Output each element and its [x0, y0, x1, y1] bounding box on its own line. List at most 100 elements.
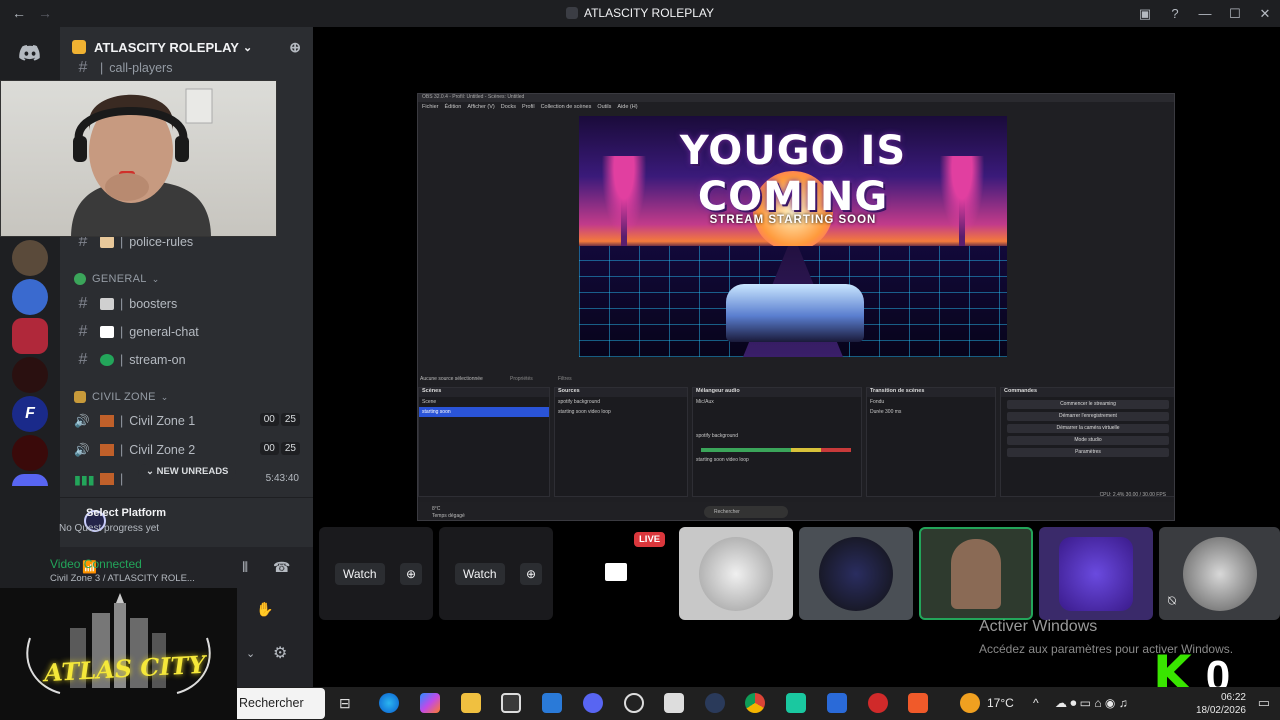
- app-icon-11[interactable]: [786, 693, 806, 713]
- invite-people-icon[interactable]: ⊕: [289, 39, 301, 56]
- user-tile-2[interactable]: [799, 527, 913, 620]
- source-item[interactable]: starting soon video loop: [555, 407, 687, 417]
- channel-label: call-players: [109, 61, 173, 75]
- server-icon-2[interactable]: [12, 279, 48, 315]
- user-tile-1[interactable]: [679, 527, 793, 620]
- channel-general-chat[interactable]: # | general-chat: [74, 321, 199, 343]
- server-icon-7[interactable]: [12, 474, 48, 486]
- scene-item[interactable]: starting soon: [419, 407, 549, 417]
- obs-menu: Fichier Édition Afficher (V) Docks Profi…: [422, 104, 638, 110]
- obs-docks: Scènes Scene starting soon Sources spoti…: [418, 387, 1174, 502]
- new-unreads-pill[interactable]: ⌄ NEW UNREADS: [138, 464, 237, 480]
- soundboard-icon[interactable]: ✋: [256, 601, 273, 618]
- discord-taskbar-icon[interactable]: [583, 693, 603, 713]
- server-icon-f[interactable]: F: [12, 396, 48, 432]
- start-virtual-camera-button[interactable]: Démarrer la caméra virtuelle: [1007, 424, 1169, 433]
- obs-filters[interactable]: Filtres: [558, 376, 572, 382]
- watch-button[interactable]: Watch: [335, 563, 385, 585]
- discord-home-icon[interactable]: [12, 35, 48, 71]
- channel-label: stream-on: [129, 353, 186, 367]
- help-icon[interactable]: ?: [1160, 6, 1190, 21]
- source-item[interactable]: spotify background: [555, 397, 687, 407]
- obs-no-source: Aucune source sélectionnée: [420, 376, 483, 382]
- preview-headline: YOUGO IS COMING: [679, 128, 907, 220]
- preview-subheadline: STREAM STARTING SOON: [709, 214, 877, 226]
- user-limit-badge: 00 25: [259, 442, 300, 455]
- zoom-icon[interactable]: ⊕: [520, 563, 542, 585]
- edge-icon[interactable]: [379, 693, 399, 713]
- channel-boosters[interactable]: # | boosters: [74, 293, 178, 315]
- start-recording-button[interactable]: Démarrer l'enregistrement: [1007, 412, 1169, 421]
- watch-button[interactable]: Watch: [455, 563, 505, 585]
- dock-scenes: Scènes Scene starting soon: [418, 387, 550, 497]
- headset-chevron-icon[interactable]: ⌄: [246, 647, 255, 660]
- user-tile-4[interactable]: [1039, 527, 1153, 620]
- chevron-down-icon: ⌄: [160, 391, 169, 402]
- hash-icon: #: [78, 59, 88, 76]
- store-icon[interactable]: [501, 693, 521, 713]
- file-explorer-icon[interactable]: [461, 693, 481, 713]
- stream-tile-2[interactable]: Watch ⊕: [439, 527, 553, 620]
- app-icon-12[interactable]: [827, 693, 847, 713]
- obs-status: CPU: 2.4% 30.00 / 30.00 FPS: [1099, 492, 1166, 498]
- dock-audio-mixer: Mélangeur audio Mic/Aux spotify backgrou…: [692, 387, 862, 497]
- disconnect-icon[interactable]: ☎: [273, 559, 290, 576]
- steam-icon[interactable]: [705, 693, 725, 713]
- opera-icon[interactable]: [868, 693, 888, 713]
- green-circle-icon: [74, 273, 86, 285]
- tray-chevron-icon[interactable]: ^: [1033, 696, 1039, 710]
- server-icon-4[interactable]: [12, 357, 48, 393]
- people-emoji-icon: [100, 444, 114, 456]
- app-icon-8[interactable]: [664, 693, 684, 713]
- task-view-icon[interactable]: ⊟: [339, 695, 351, 712]
- category-label: CIVIL ZONE: [92, 391, 156, 403]
- tray-icons[interactable]: ☁ ⏺ ▭ ⌂ ◉ ♫: [1055, 696, 1128, 711]
- user-avatar: [1059, 536, 1133, 611]
- taskbar-search[interactable]: Rechercher: [237, 688, 325, 719]
- stream-stage[interactable]: OBS 32.0.4 - Profil: Untitled - Scènes: …: [313, 27, 1280, 703]
- brave-icon[interactable]: [908, 693, 928, 713]
- server-icon-6[interactable]: [12, 435, 48, 471]
- voice-location[interactable]: Civil Zone 3 / ATLASCITY ROLE...: [50, 573, 195, 584]
- start-streaming-button[interactable]: Commencer le streaming: [1007, 400, 1169, 409]
- quest-panel[interactable]: Select Platform No Quest progress yet: [59, 497, 313, 543]
- notification-icon[interactable]: ▭: [1258, 695, 1270, 711]
- category-general[interactable]: GENERAL ⌄: [74, 270, 160, 288]
- user-tile-3-speaking[interactable]: [919, 527, 1033, 620]
- stream-tile-1[interactable]: Watch ⊕: [319, 527, 433, 620]
- category-civil-zone[interactable]: CIVIL ZONE ⌄: [74, 388, 169, 406]
- close-icon[interactable]: ✕: [1250, 6, 1280, 22]
- scene-item[interactable]: Scene: [419, 397, 549, 407]
- channel-stream-on[interactable]: # | stream-on: [74, 349, 186, 371]
- window-title: ATLASCITY ROLEPLAY: [0, 6, 1280, 20]
- weather-temp[interactable]: 17°C: [987, 696, 1014, 710]
- screen: ← → ATLASCITY ROLEPLAY ▣ ? — ☐ ✕ F ATLAS…: [0, 0, 1280, 720]
- server-icon-bleach[interactable]: [12, 318, 48, 354]
- channel-label: general-chat: [129, 325, 199, 339]
- server-icon-1[interactable]: [12, 240, 48, 276]
- chrome-icon[interactable]: [745, 693, 765, 713]
- obs-taskbar-icon[interactable]: [624, 693, 644, 713]
- app-icon-5[interactable]: [542, 693, 562, 713]
- maximize-icon[interactable]: ☐: [1220, 6, 1250, 22]
- voice-channel-civil-zone-2[interactable]: 🔊 | Civil Zone 2 00 25: [74, 438, 300, 462]
- studio-mode-button[interactable]: Mode studio: [1007, 436, 1169, 445]
- settings-button[interactable]: Paramètres: [1007, 448, 1169, 457]
- channel-call-players[interactable]: # | call-players: [74, 57, 173, 79]
- noise-suppression-icon[interactable]: ⦀: [242, 559, 248, 576]
- title-bar: ← → ATLASCITY ROLEPLAY ▣ ? — ☐ ✕: [0, 0, 1280, 27]
- settings-gear-icon[interactable]: ⚙: [273, 643, 287, 663]
- minimize-icon[interactable]: —: [1190, 6, 1220, 21]
- user-limit-badge: 00 25: [259, 413, 300, 426]
- screen-share-icon: [605, 563, 627, 581]
- taskbar-clock[interactable]: 06:22 18/02/2026: [1196, 691, 1246, 717]
- inbox-icon[interactable]: ▣: [1130, 6, 1160, 22]
- obs-properties[interactable]: Propriétés: [510, 376, 533, 382]
- inner-taskbar: 8°C Temps dégagé Rechercher: [418, 502, 1174, 520]
- voice-channel-civil-zone-1[interactable]: 🔊 | Civil Zone 1 00 25: [74, 409, 300, 433]
- zoom-icon[interactable]: ⊕: [400, 563, 422, 585]
- camera-off-icon: ⍉: [1168, 593, 1176, 608]
- server-icon: [565, 7, 578, 19]
- user-tile-5[interactable]: ⍉: [1159, 527, 1280, 620]
- copilot-icon[interactable]: [420, 693, 440, 713]
